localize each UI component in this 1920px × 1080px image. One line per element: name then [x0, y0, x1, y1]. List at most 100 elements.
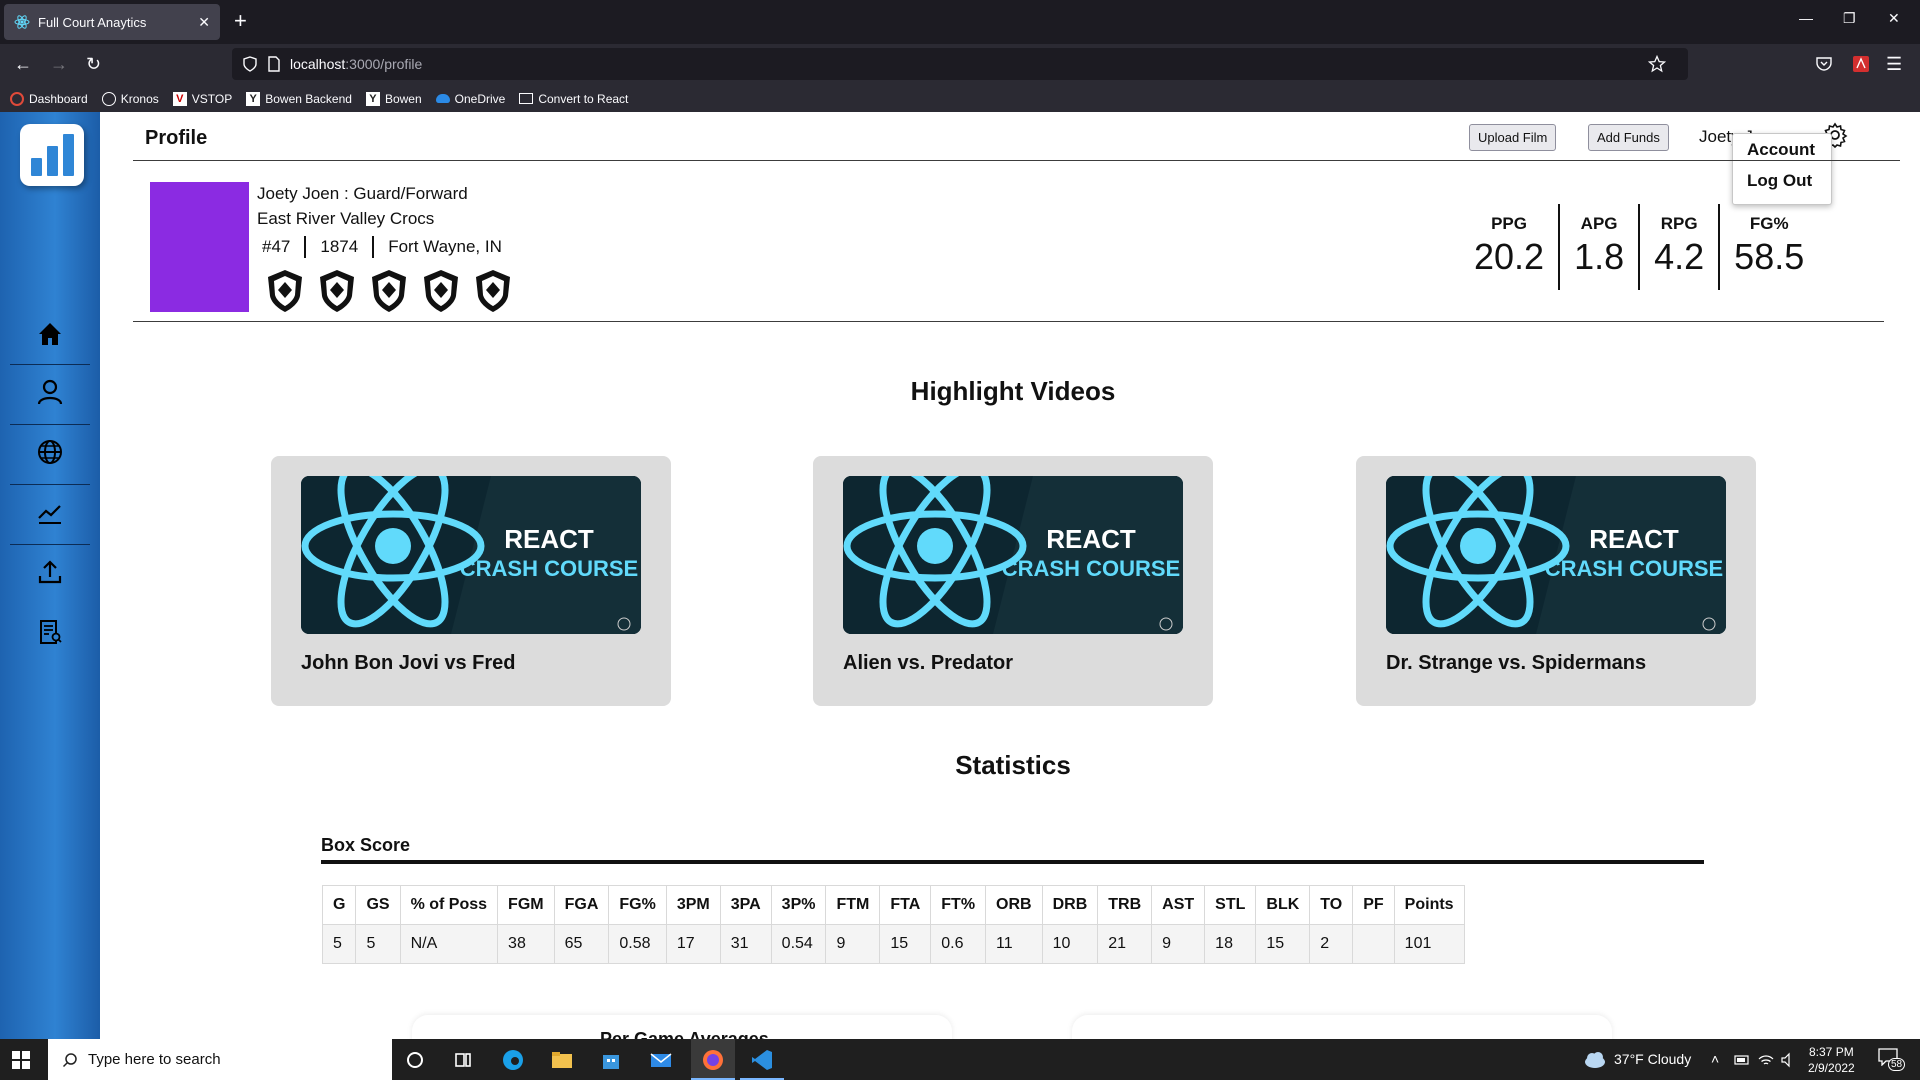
table-cell: 10 [1041, 924, 1099, 964]
thumb-line1: REACT [1046, 524, 1136, 554]
box-score-table: G GS% of Poss FGM FGA FG% 3PM 3PA 3P% FTM FTA FT% O… [321, 885, 1465, 964]
stat-label: RPG [1660, 214, 1698, 233]
restore-icon[interactable]: ❐ [1843, 10, 1856, 27]
sidebar-item-global[interactable] [10, 422, 90, 482]
clock-time: 8:37 PM [1809, 1045, 1854, 1059]
video-title: John Bon Jovi vs Fred [301, 652, 516, 674]
report-icon [40, 620, 62, 644]
table-cell: 15 [1255, 924, 1311, 964]
app-logo[interactable] [20, 124, 84, 186]
video-card[interactable]: REACT CRASH COURSE John Bon Jovi vs Fred [271, 456, 671, 706]
tray-chevron-icon[interactable]: ˄ [1711, 1051, 1719, 1067]
upload-film-button[interactable]: Upload Film [1469, 124, 1557, 151]
column-header: Points [1393, 885, 1465, 925]
logo-bar [46, 146, 58, 176]
dashboard-icon [10, 91, 24, 106]
react-thumbnail-image: REACTCRASH COURSE [1386, 476, 1726, 634]
back-icon[interactable]: ← [14, 53, 32, 75]
wifi-icon[interactable] [1758, 1052, 1774, 1068]
address-bar[interactable]: localhost:3000/profile [232, 48, 1688, 80]
column-header: AST [1151, 885, 1206, 925]
weather-text: 37°F Cloudy [1614, 1051, 1692, 1067]
globe-icon [38, 440, 62, 464]
page-icon [268, 56, 280, 72]
sidebar-item-home[interactable] [10, 304, 90, 364]
add-funds-button[interactable]: Add Funds [1588, 124, 1669, 151]
table-cell: 101 [1393, 924, 1465, 964]
task-view-icon[interactable] [450, 1047, 476, 1073]
stat-value: 58.5 [1734, 236, 1805, 277]
column-header: TRB [1097, 885, 1153, 925]
bookmark-vstop[interactable]: V VSTOP [172, 91, 232, 106]
bookmark-bowen-backend[interactable]: Y Bowen Backend [246, 91, 352, 106]
video-card[interactable]: REACT CRASH COURSE Dr. Strange vs. Spider… [1356, 456, 1756, 706]
pocket-icon[interactable] [1815, 55, 1833, 73]
react-thumbnail-image: REACTCRASH COURSE [301, 476, 641, 634]
browser-tabbar: Full Court Anaytics ✕ + — ❐ ✕ [0, 0, 1920, 44]
close-window-icon[interactable]: ✕ [1888, 10, 1900, 27]
pdf-extension-icon[interactable] [1852, 55, 1870, 73]
browser-tab[interactable]: Full Court Anaytics ✕ [4, 4, 220, 40]
edge-icon[interactable] [500, 1047, 526, 1073]
statistics-heading: Statistics [955, 750, 1071, 780]
player-year: 1874 [320, 237, 359, 256]
store-icon[interactable] [598, 1047, 624, 1073]
volume-icon[interactable] [1780, 1052, 1796, 1068]
stat-value: 4.2 [1654, 236, 1705, 277]
bowen-icon: Y [365, 91, 380, 106]
bookmark-dashboard[interactable]: Dashboard [10, 91, 88, 106]
bookmark-kronos[interactable]: Kronos [101, 91, 159, 106]
shield-badge-icon [320, 270, 354, 312]
column-header: TO [1309, 885, 1354, 925]
table-cell: 5 [321, 924, 357, 964]
bookmark-convert-to-react[interactable]: Convert to React [519, 92, 628, 106]
taskbar-vscode[interactable] [740, 1039, 784, 1080]
table-cell: 17 [665, 924, 721, 964]
video-thumbnail[interactable]: REACT CRASH COURSE [301, 476, 641, 634]
home-icon [39, 323, 61, 345]
video-card[interactable]: REACT CRASH COURSE Alien vs. Predator [813, 456, 1213, 706]
logo-bar [30, 158, 42, 176]
app-page: Profile Upload Film Add Funds Joety Joen… [0, 112, 1920, 1039]
column-header: GS [355, 885, 401, 925]
video-thumbnail[interactable]: REACT CRASH COURSE [1386, 476, 1726, 634]
windows-start-icon[interactable] [12, 1051, 30, 1069]
stat-label: FG% [1749, 214, 1789, 233]
stat-apg: APG 1.8 [1560, 204, 1638, 290]
bookmark-bowen[interactable]: Y Bowen [365, 91, 422, 106]
column-header: FGA [553, 885, 610, 925]
minimize-icon[interactable]: — [1799, 10, 1813, 26]
bookmark-star-icon[interactable] [1648, 55, 1666, 73]
sidebar-item-reports[interactable] [10, 602, 90, 662]
thumb-line2: CRASH COURSE [1002, 556, 1180, 581]
vscode-icon [752, 1050, 772, 1070]
tab-close-icon[interactable]: ✕ [198, 14, 210, 31]
taskbar-search[interactable]: Type here to search [48, 1039, 392, 1080]
sidebar-item-upload[interactable] [10, 542, 90, 602]
taskbar-clock[interactable]: 8:37 PM 2/9/2022 [1808, 1044, 1855, 1076]
video-thumbnail[interactable]: REACT CRASH COURSE [843, 476, 1183, 634]
search-placeholder: Type here to search [88, 1051, 221, 1068]
stat-value: 1.8 [1574, 236, 1625, 277]
notification-center[interactable]: 58 [1878, 1048, 1906, 1071]
table-cell: N/A [399, 924, 499, 964]
reload-icon[interactable]: ↻ [86, 53, 101, 75]
taskbar-firefox-active[interactable] [691, 1039, 735, 1080]
sidebar [0, 112, 100, 1039]
menu-item-logout[interactable]: Log Out [1733, 165, 1831, 196]
new-tab-button[interactable]: + [234, 10, 247, 32]
column-header: % of Poss [399, 885, 499, 925]
table-cell: 15 [879, 924, 932, 964]
logo-bar [62, 134, 74, 176]
cortana-icon[interactable] [402, 1047, 428, 1073]
shield-icon[interactable] [242, 56, 258, 72]
forward-icon[interactable]: → [50, 53, 68, 75]
battery-icon[interactable] [1734, 1052, 1750, 1068]
bookmark-onedrive[interactable]: OneDrive [435, 92, 505, 106]
sidebar-item-analytics[interactable] [10, 482, 90, 542]
table-cell: 0.6 [930, 924, 987, 964]
file-explorer-icon[interactable] [549, 1047, 575, 1073]
weather-cloud-icon[interactable] [1583, 1049, 1607, 1069]
mail-icon[interactable] [648, 1047, 674, 1073]
app-menu-icon[interactable]: ☰ [1886, 53, 1902, 75]
